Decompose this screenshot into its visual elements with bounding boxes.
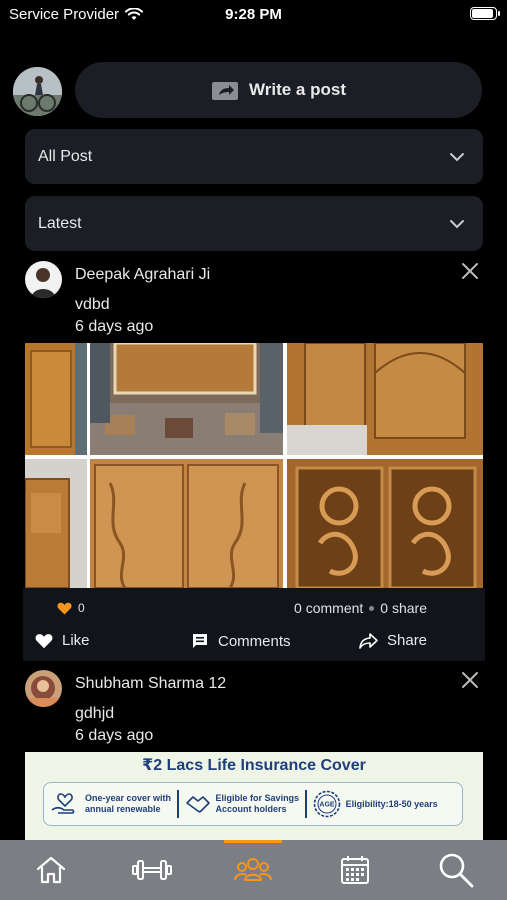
sort-dropdown-value: Latest: [38, 214, 82, 232]
share-count[interactable]: 0 share: [380, 600, 427, 616]
author-avatar[interactable]: [25, 670, 62, 707]
author-avatar[interactable]: [25, 261, 62, 298]
post-author[interactable]: Shubham Sharma 12: [75, 675, 226, 693]
ad-feature-age: AGE Eligibility:18-50 years: [313, 790, 438, 818]
share-label: Share: [387, 632, 428, 649]
ad-separator: [305, 790, 307, 818]
post-time: 6 days ago: [75, 318, 154, 335]
share-button[interactable]: Share: [359, 632, 427, 649]
ad-feature-eligible-line1: Eligible for Savings: [215, 793, 300, 803]
image-share-icon: [212, 82, 238, 100]
separator-dot: [369, 605, 375, 611]
reaction-summary[interactable]: 0: [57, 601, 85, 615]
ad-features: One-year cover with annual renewable Eli…: [43, 782, 463, 826]
user-avatar[interactable]: [13, 67, 62, 116]
tab-calendar[interactable]: [304, 840, 405, 900]
chevron-down-icon: [450, 219, 464, 228]
battery-level: [472, 9, 493, 18]
close-icon[interactable]: [460, 670, 480, 690]
post-text: vdbd: [75, 296, 110, 313]
write-post-button[interactable]: Write a post: [75, 62, 482, 118]
tab-search[interactable]: [405, 840, 506, 900]
like-label: Like: [62, 632, 90, 649]
post-text: gdhjd: [75, 705, 115, 722]
post-author[interactable]: Deepak Agrahari Ji: [75, 266, 210, 284]
post-counts: 0 comment 0 share: [294, 600, 427, 616]
ad-feature-eligible-line2: Account holders: [215, 804, 287, 814]
ad-feature-renewal-line1: One-year cover with: [85, 793, 172, 803]
category-dropdown-value: All Post: [38, 147, 93, 165]
ad-feature-renewal: One-year cover with annual renewable: [50, 792, 171, 816]
comments-label: Comments: [218, 632, 291, 650]
handshake-icon: [185, 796, 210, 813]
ad-feature-renewal-line2: annual renewable: [85, 804, 161, 814]
tab-workout[interactable]: [101, 840, 202, 900]
battery-icon: [470, 7, 500, 20]
reaction-count: 0: [78, 601, 85, 615]
ad-feature-eligible: Eligible for Savings Account holders: [185, 793, 300, 815]
post-actions: Like Comments Share: [23, 632, 485, 654]
search-icon: [439, 853, 473, 888]
like-button[interactable]: Like: [35, 632, 90, 649]
post-time: 6 days ago: [75, 727, 154, 744]
post-header: Shubham Sharma 12 gdhjd 6 days ago: [25, 670, 483, 750]
age-badge-text: AGE: [319, 802, 335, 809]
category-dropdown[interactable]: All Post: [25, 129, 483, 184]
heart-filled-icon: [57, 602, 72, 614]
community-icon: [233, 858, 272, 881]
ad-feature-age-text: Eligibility:18-50 years: [345, 798, 438, 809]
comment-icon: [193, 634, 207, 648]
home-icon: [36, 856, 65, 884]
status-bar: Service Provider 9:28 PM: [0, 0, 507, 30]
ad-banner[interactable]: ₹2 Lacs Life Insurance Cover One-year co…: [25, 752, 483, 840]
post-header: Deepak Agrahari Ji vdbd 6 days ago: [25, 261, 483, 341]
post-action-bar: 0 0 comment 0 share Like Comments Share: [23, 588, 485, 661]
tab-home[interactable]: [0, 840, 101, 900]
write-post-label: Write a post: [249, 80, 346, 99]
post-image-grid[interactable]: [25, 343, 483, 588]
active-tab-indicator: [224, 840, 282, 843]
comment-count[interactable]: 0 comment: [294, 600, 363, 616]
heart-icon: [35, 633, 53, 648]
sort-dropdown[interactable]: Latest: [25, 196, 483, 251]
ad-separator: [177, 790, 179, 818]
calendar-icon: [340, 856, 369, 884]
ad-title: ₹2 Lacs Life Insurance Cover: [142, 757, 366, 774]
share-arrow-icon: [359, 632, 378, 649]
heart-hand-icon: [51, 793, 75, 814]
age-badge-icon: AGE: [313, 790, 340, 818]
comments-button[interactable]: Comments: [191, 632, 291, 650]
close-icon[interactable]: [460, 261, 480, 281]
chevron-down-icon: [450, 152, 464, 161]
bottom-tab-bar: [0, 840, 507, 900]
status-time: 9:28 PM: [225, 6, 282, 23]
dumbbell-icon: [131, 860, 172, 880]
tab-community[interactable]: [202, 840, 303, 900]
